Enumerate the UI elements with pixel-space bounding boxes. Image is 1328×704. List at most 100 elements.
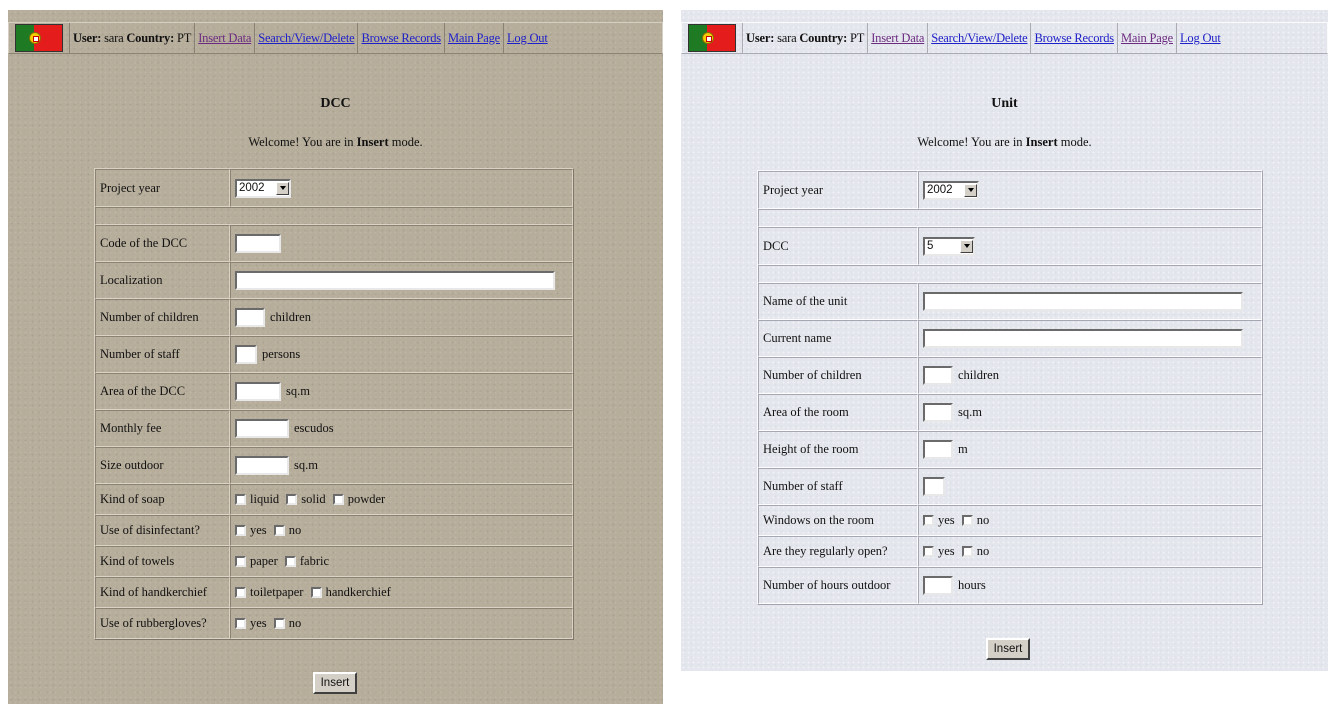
form-row: Kind of soap liquid solid powder	[95, 484, 573, 515]
welcome-text-end: mode.	[388, 135, 423, 149]
unit-form-panel: User: sara Country: PT Insert Data Searc…	[681, 10, 1328, 671]
flag-cell	[682, 23, 743, 53]
mode-name: Insert	[356, 135, 389, 149]
nav-log-out-link[interactable]: Log Out	[507, 31, 548, 46]
height-of-room-input[interactable]	[923, 440, 953, 459]
insert-button[interactable]: Insert	[313, 672, 357, 694]
rubbergloves-yes-checkbox[interactable]	[235, 618, 246, 630]
number-of-staff-input[interactable]	[235, 345, 257, 364]
code-of-dcc-input[interactable]	[235, 234, 281, 253]
form-row: Are they regularly open? yes no	[758, 536, 1262, 567]
checkbox-label: liquid	[250, 492, 280, 507]
separator	[95, 207, 573, 225]
soap-liquid-checkbox[interactable]	[235, 494, 246, 506]
rubbergloves-no-checkbox[interactable]	[273, 618, 285, 630]
field-label: Project year	[758, 171, 918, 209]
number-of-children-input[interactable]	[923, 366, 953, 385]
field-label: Area of the room	[758, 394, 918, 431]
unit-label: persons	[262, 347, 301, 361]
user-info: User: sara Country: PT	[743, 23, 869, 53]
unit-label: sq.m	[286, 384, 310, 398]
field-label: Kind of handkerchief	[95, 577, 230, 608]
localization-input[interactable]	[235, 271, 555, 290]
field-label: Current name	[758, 320, 918, 357]
windows-no-checkbox[interactable]	[961, 515, 973, 527]
monthly-fee-input[interactable]	[235, 419, 289, 438]
nav-search-view-delete-link[interactable]: Search/View/Delete	[258, 31, 354, 46]
country-label: Country:	[126, 30, 175, 45]
field-label: Height of the room	[758, 431, 918, 468]
field-label: Size outdoor	[95, 447, 230, 484]
field-label: Number of staff	[95, 336, 230, 373]
nav-browse-records-link[interactable]: Browse Records	[1034, 31, 1114, 46]
form-row: Localization	[95, 262, 573, 299]
regularly-open-no-checkbox[interactable]	[961, 546, 973, 558]
form-row: Number of hours outdoor hours	[758, 567, 1262, 604]
handkerchief-handkerchief-checkbox[interactable]	[310, 587, 322, 599]
field-label: Kind of soap	[95, 484, 230, 515]
top-nav-bar: User: sara Country: PT Insert Data Searc…	[8, 22, 663, 54]
field-label: Use of rubbergloves?	[95, 608, 230, 639]
soap-solid-checkbox[interactable]	[286, 494, 298, 506]
nav-main-page-link[interactable]: Main Page	[448, 31, 500, 46]
checkbox-label: paper	[250, 554, 278, 569]
checkbox-label: yes	[250, 616, 267, 631]
checkbox-label: yes	[938, 544, 955, 559]
number-of-children-input[interactable]	[235, 308, 265, 327]
insert-button[interactable]: Insert	[986, 638, 1030, 660]
dcc-form-table: Project year 2002 Code of the DCC Locali…	[94, 168, 574, 640]
checkbox-label: toiletpaper	[250, 585, 304, 600]
dcc-form-panel: User: sara Country: PT Insert Data Searc…	[8, 10, 663, 704]
unit-label: m	[958, 442, 968, 456]
separator-row	[758, 209, 1262, 227]
welcome-message: Welcome! You are in Insert mode.	[8, 135, 663, 150]
checkbox-label: solid	[301, 492, 326, 507]
nav-insert-data-link[interactable]: Insert Data	[871, 31, 924, 46]
dcc-select[interactable]: 5	[923, 236, 975, 256]
country-code: PT	[177, 30, 192, 45]
form-row: Number of staff persons	[95, 336, 573, 373]
nav-search-view-delete-link[interactable]: Search/View/Delete	[931, 31, 1027, 46]
disinfectant-yes-checkbox[interactable]	[235, 525, 246, 537]
nav-main-page-link[interactable]: Main Page	[1121, 31, 1173, 46]
towels-paper-checkbox[interactable]	[235, 556, 246, 568]
project-year-select[interactable]: 2002	[923, 180, 979, 200]
form-row: Kind of handkerchief toiletpaper handker…	[95, 577, 573, 608]
checkbox-label: no	[976, 513, 990, 528]
unit-form-table: Project year 2002 DCC 5 Name of the unit…	[757, 170, 1263, 605]
name-of-unit-input[interactable]	[923, 292, 1243, 311]
field-label: Area of the DCC	[95, 373, 230, 410]
select-value: 2002	[927, 184, 953, 196]
form-row: Number of children children	[758, 357, 1262, 394]
size-outdoor-input[interactable]	[235, 456, 289, 475]
checkbox-label: no	[288, 616, 302, 631]
handkerchief-toiletpaper-checkbox[interactable]	[235, 587, 246, 599]
soap-powder-checkbox[interactable]	[332, 494, 344, 506]
area-of-room-input[interactable]	[923, 403, 953, 422]
user-name: sara	[104, 30, 124, 45]
disinfectant-no-checkbox[interactable]	[273, 525, 285, 537]
current-name-input[interactable]	[923, 329, 1243, 348]
windows-yes-checkbox[interactable]	[923, 515, 934, 527]
checkbox-label: no	[976, 544, 990, 559]
regularly-open-yes-checkbox[interactable]	[923, 546, 934, 558]
form-row: Project year 2002	[758, 171, 1262, 209]
field-label: Are they regularly open?	[758, 536, 918, 567]
select-value: 5	[927, 240, 934, 252]
field-label: Windows on the room	[758, 505, 918, 536]
unit-label: escudos	[294, 421, 334, 435]
nav-insert-data-link[interactable]: Insert Data	[198, 31, 251, 46]
checkbox-label: yes	[250, 523, 267, 538]
area-of-dcc-input[interactable]	[235, 382, 281, 401]
unit-label: children	[270, 310, 311, 324]
number-of-staff-input[interactable]	[923, 477, 945, 496]
welcome-text-end: mode.	[1057, 135, 1092, 149]
portugal-flag-icon	[15, 24, 63, 52]
separator	[758, 209, 1262, 227]
project-year-select[interactable]: 2002	[235, 178, 291, 198]
hours-outdoor-input[interactable]	[923, 576, 953, 595]
field-label: Monthly fee	[95, 410, 230, 447]
towels-fabric-checkbox[interactable]	[284, 556, 296, 568]
nav-browse-records-link[interactable]: Browse Records	[361, 31, 441, 46]
nav-log-out-link[interactable]: Log Out	[1180, 31, 1221, 46]
